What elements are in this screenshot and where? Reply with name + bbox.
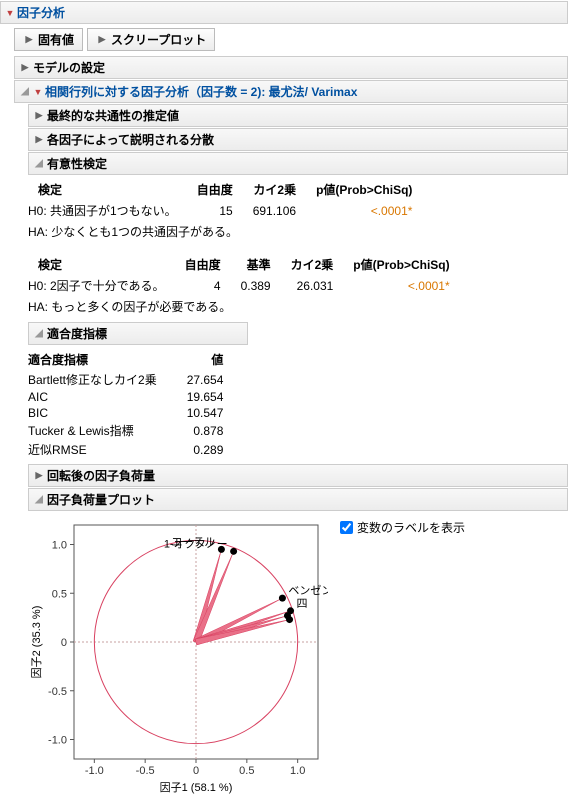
table-row: Bartlett修正なしカイ2乗27.654 [28,370,253,389]
scree-plot-button[interactable]: スクリープロット [87,28,215,51]
show-labels-checkbox[interactable] [340,521,353,534]
chevron-right-icon[interactable] [33,134,45,146]
significance-test-content: 検定 自由度 カイ2乗 p値(Prob>ChiSq) H0: 共通因子が1つもな… [0,175,568,321]
chevron-down-icon[interactable] [19,86,31,98]
loading-plot-chart[interactable]: -1.0 -1.0 -0.5 -0.5 0 0 0.5 0.5 1.0 1.0 因子1 (58.1 … [28,515,328,795]
menu-arrow-icon[interactable] [33,87,43,97]
sig-test-table-2: 検定 自由度 基準 カイ2乗 p値(Prob>ChiSq) H0: 2因子で十分… [28,254,460,317]
model-settings-header[interactable]: モデルの設定 [14,56,568,79]
button-row: 固有値 スクリープロット [0,24,568,55]
significance-test-header[interactable]: 有意性検定 [28,152,568,175]
title-text: 因子分析 [17,4,65,21]
svg-text:1.0: 1.0 [290,765,305,777]
show-labels-row: 変数のラベルを表示 [340,515,465,536]
fa-correlation-header[interactable]: 相関行列に対する因子分析（因子数 = 2): 最尤法/ Varimax [14,80,568,103]
chevron-right-icon [96,34,108,46]
table-row: BIC10.547 [28,405,253,421]
fit-header[interactable]: 適合度指標 [28,322,248,345]
chevron-down-icon[interactable] [33,494,45,506]
svg-text:-1.0: -1.0 [85,765,104,777]
table-row: AIC19.654 [28,389,253,405]
svg-text:四: 四 [297,598,308,610]
rotated-loadings-header[interactable]: 回転後の因子負荷量 [28,464,568,487]
eigenvalues-button[interactable]: 固有値 [14,28,83,51]
svg-text:ベンゼン: ベンゼン [288,584,328,597]
variance-explained-header[interactable]: 各因子によって説明される分散 [28,128,568,151]
svg-text:-0.5: -0.5 [136,765,155,777]
fit-content: 適合度指標 値 Bartlett修正なしカイ2乗27.654AIC19.654B… [0,345,568,463]
chevron-down-icon[interactable] [33,158,45,170]
svg-text:0.5: 0.5 [239,765,254,777]
svg-text:1-オクタノー: 1-オクタノー [164,537,228,550]
svg-text:0: 0 [61,637,67,649]
svg-text:-0.5: -0.5 [48,686,67,698]
chevron-down-icon[interactable] [33,328,45,340]
factor-analysis-header[interactable]: 因子分析 [0,1,568,24]
menu-arrow-icon[interactable] [5,8,15,18]
final-communality-header[interactable]: 最終的な共通性の推定値 [28,104,568,127]
svg-text:因子2 (35.3 %): 因子2 (35.3 %) [30,606,43,679]
fit-table: 適合度指標 値 Bartlett修正なしカイ2乗27.654AIC19.654B… [28,349,253,459]
svg-text:1.0: 1.0 [52,540,67,552]
loading-plot-row: -1.0 -1.0 -0.5 -0.5 0 0 0.5 0.5 1.0 1.0 因子1 (58.1 … [0,511,568,799]
table-row: Tucker & Lewis指標0.878 [28,421,253,440]
loading-plot-header[interactable]: 因子負荷量プロット [28,488,568,511]
sig-test-table-1: 検定 自由度 カイ2乗 p値(Prob>ChiSq) H0: 共通因子が1つもな… [28,179,422,242]
svg-text:0: 0 [193,765,199,777]
chevron-right-icon[interactable] [19,62,31,74]
chevron-right-icon[interactable] [33,110,45,122]
svg-text:0.5: 0.5 [52,588,67,600]
table-row: 近似RMSE0.289 [28,440,253,459]
chevron-right-icon[interactable] [33,470,45,482]
svg-text:-1.0: -1.0 [48,735,67,747]
svg-text:因子1 (58.1 %): 因子1 (58.1 %) [160,781,233,794]
chevron-right-icon [23,34,35,46]
